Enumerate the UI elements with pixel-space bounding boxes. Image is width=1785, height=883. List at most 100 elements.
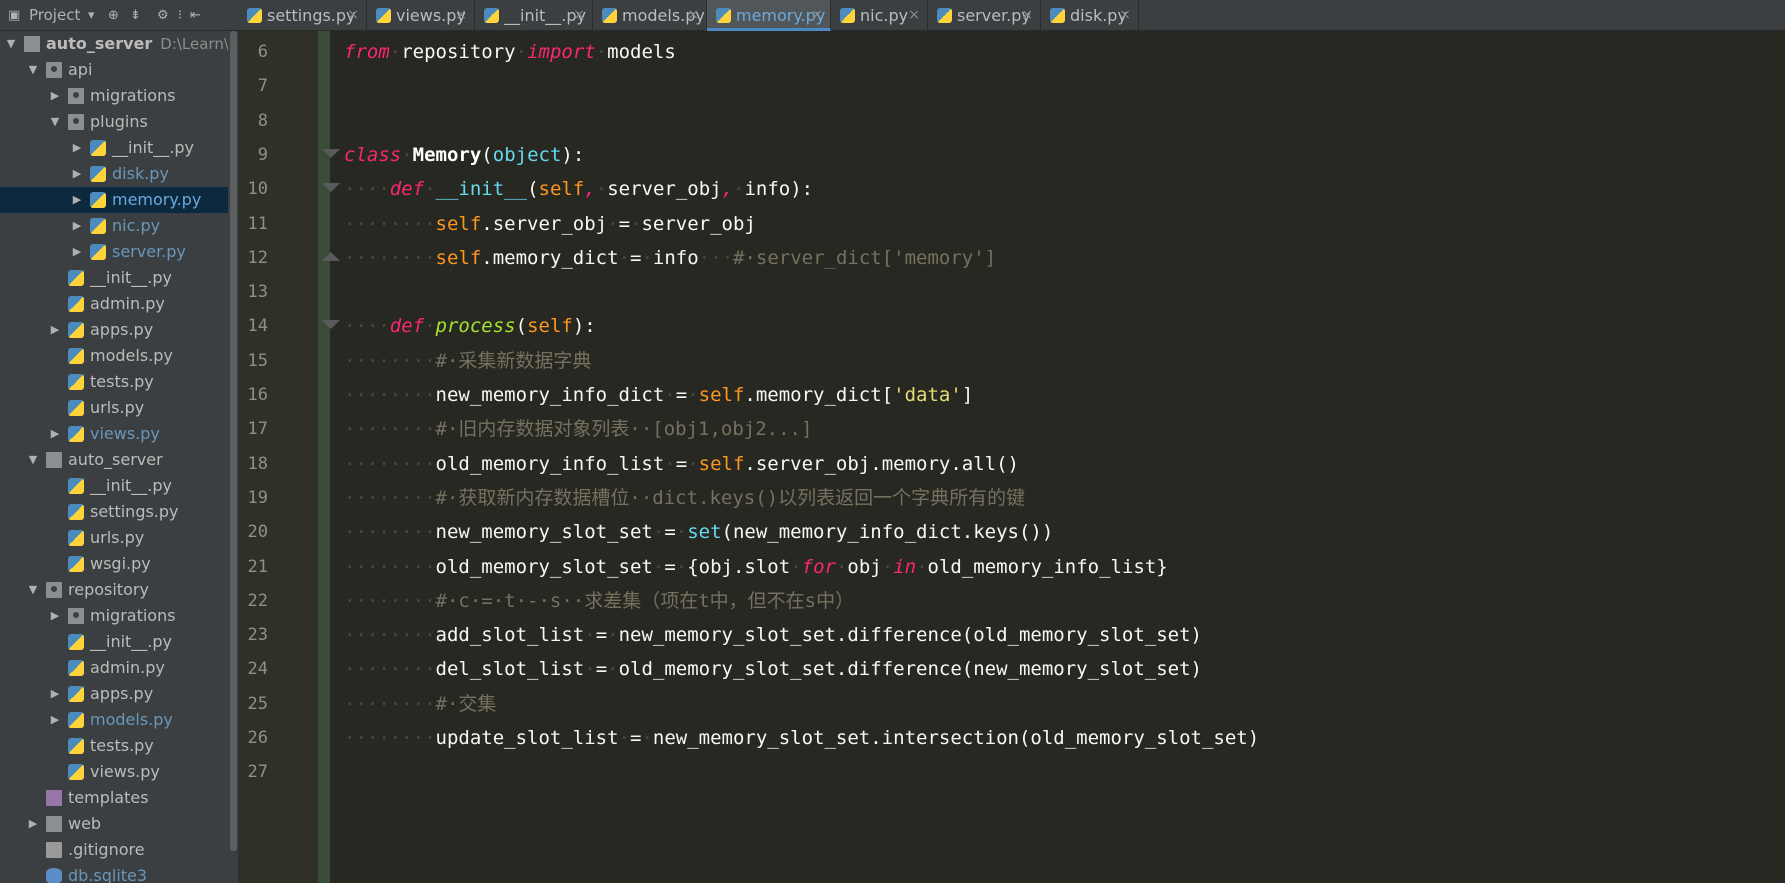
tree-item-label: memory.py: [112, 187, 201, 213]
collapse-all-icon[interactable]: ⇟: [130, 8, 141, 23]
collapse-arrow-icon[interactable]: ▶: [48, 707, 62, 733]
close-icon[interactable]: ×: [455, 0, 467, 31]
editor-tab[interactable]: __init__.py ×: [475, 0, 593, 31]
collapse-arrow-icon[interactable]: ▶: [26, 811, 40, 837]
tab-label: settings.py: [267, 6, 356, 25]
tree-item[interactable]: urls.py: [0, 525, 228, 551]
options-icon[interactable]: ⁝: [178, 8, 182, 23]
fold-end-icon[interactable]: [322, 251, 340, 261]
close-icon[interactable]: ×: [811, 0, 823, 31]
project-scrollbar[interactable]: [228, 31, 238, 883]
collapse-arrow-icon[interactable]: ▶: [70, 213, 84, 239]
project-view-icon[interactable]: ▣: [8, 8, 20, 23]
expand-arrow-icon[interactable]: ▼: [26, 57, 40, 83]
close-icon[interactable]: ×: [347, 0, 359, 31]
tree-item[interactable]: ▶ server.py: [0, 239, 228, 265]
tree-item[interactable]: models.py: [0, 343, 228, 369]
editor-tab[interactable]: views.py ×: [367, 0, 475, 31]
tree-item-label: wsgi.py: [90, 551, 151, 577]
tree-item[interactable]: urls.py: [0, 395, 228, 421]
hide-panel-icon[interactable]: ⇤: [190, 8, 201, 23]
tree-item[interactable]: wsgi.py: [0, 551, 228, 577]
tree-item[interactable]: ▼ plugins: [0, 109, 228, 135]
code-token: self: [435, 246, 482, 269]
tree-item[interactable]: ▼ repository: [0, 577, 228, 603]
tree-item[interactable]: ▶ apps.py: [0, 317, 228, 343]
editor-tab[interactable]: memory.py ×: [707, 0, 831, 31]
collapse-arrow-icon[interactable]: ▶: [70, 161, 84, 187]
expand-arrow-icon[interactable]: ▼: [48, 109, 62, 135]
collapse-arrow-icon[interactable]: ▶: [48, 603, 62, 629]
editor-tab[interactable]: server.py ×: [928, 0, 1041, 31]
tree-item[interactable]: ▼ api: [0, 57, 228, 83]
fold-collapse-icon[interactable]: [322, 183, 340, 193]
tree-item[interactable]: __init__.py: [0, 265, 228, 291]
tree-item[interactable]: admin.py: [0, 291, 228, 317]
code-token: old_memory_info_list: [435, 452, 665, 475]
tree-item-name: views.py: [90, 424, 160, 443]
tab-label: nic.py: [860, 6, 909, 25]
tree-item[interactable]: ▶ nic.py: [0, 213, 228, 239]
project-label[interactable]: Project: [29, 8, 80, 23]
close-icon[interactable]: ×: [573, 0, 585, 31]
tree-item[interactable]: ▶ migrations: [0, 603, 228, 629]
tree-item[interactable]: db.sqlite3: [0, 863, 228, 883]
editor-tab[interactable]: disk.py ×: [1041, 0, 1139, 31]
settings-gear-icon[interactable]: ⚙: [157, 8, 169, 23]
tree-item[interactable]: ▶ views.py: [0, 421, 228, 447]
tree-item[interactable]: ▶ memory.py: [0, 187, 228, 213]
tree-item[interactable]: ▶ migrations: [0, 83, 228, 109]
tree-item[interactable]: ▶ __init__.py: [0, 135, 228, 161]
expand-arrow-icon[interactable]: ▼: [26, 577, 40, 603]
code-token: ,: [721, 178, 734, 201]
code-token: #·获取新内存数据槽位··dict.keys()以列表返回一个字典所有的键: [435, 486, 1026, 509]
collapse-arrow-icon[interactable]: ▶: [70, 239, 84, 265]
close-icon[interactable]: ×: [687, 0, 699, 31]
collapse-arrow-icon[interactable]: ▶: [48, 83, 62, 109]
scroll-from-source-icon[interactable]: ⊕: [108, 8, 119, 23]
editor-tab[interactable]: nic.py ×: [831, 0, 928, 31]
editor-tab[interactable]: models.py ×: [593, 0, 707, 31]
tree-item[interactable]: __init__.py: [0, 473, 228, 499]
code-token: =: [618, 212, 631, 235]
collapse-arrow-icon[interactable]: ▶: [48, 317, 62, 343]
tree-item[interactable]: ▶ models.py: [0, 707, 228, 733]
tree-item[interactable]: ▶ apps.py: [0, 681, 228, 707]
tree-item[interactable]: settings.py: [0, 499, 228, 525]
tree-item[interactable]: ▶ disk.py: [0, 161, 228, 187]
tree-item[interactable]: __init__.py: [0, 629, 228, 655]
tree-item[interactable]: .gitignore: [0, 837, 228, 863]
tree-item[interactable]: ▼ auto_server D:\Learn\P: [0, 31, 238, 57]
fold-collapse-icon[interactable]: [322, 148, 340, 158]
collapse-arrow-icon[interactable]: ▶: [48, 421, 62, 447]
scrollbar-thumb[interactable]: [230, 31, 237, 851]
expand-arrow-icon[interactable]: ▼: [26, 447, 40, 473]
code-token: ·: [652, 521, 665, 544]
fold-collapse-icon[interactable]: [322, 320, 340, 330]
tree-item-label: auto_server: [68, 447, 163, 473]
code-token: .memory_dict: [481, 246, 619, 269]
expand-arrow-icon[interactable]: ▼: [4, 31, 18, 57]
tree-item-name: server.py: [112, 242, 186, 261]
tree-item[interactable]: views.py: [0, 759, 228, 785]
editor-tab[interactable]: settings.py ×: [238, 0, 367, 31]
close-icon[interactable]: ×: [908, 0, 920, 31]
tree-item[interactable]: ▶ web: [0, 811, 228, 837]
code-line: ····def·process(self):: [344, 307, 596, 345]
collapse-arrow-icon[interactable]: ▶: [70, 135, 84, 161]
tree-item[interactable]: admin.py: [0, 655, 228, 681]
tree-item[interactable]: tests.py: [0, 369, 228, 395]
collapse-arrow-icon[interactable]: ▶: [48, 681, 62, 707]
tree-item-name: migrations: [90, 606, 176, 625]
close-icon[interactable]: ×: [1021, 0, 1033, 31]
tree-item[interactable]: tests.py: [0, 733, 228, 759]
code-editor[interactable]: 6 7 8 9 10 11 12 13 14 15 16 17 18 19 20 21 22 23 24 25 26 27…: [238, 31, 1785, 883]
close-icon[interactable]: ×: [1119, 0, 1131, 31]
tree-item[interactable]: ▼ auto_server: [0, 447, 228, 473]
chevron-down-icon[interactable]: ▾: [88, 8, 95, 23]
python-file-icon: [376, 8, 391, 23]
collapse-arrow-icon[interactable]: ▶: [70, 187, 84, 213]
code-token: #·采集新数据字典: [435, 349, 592, 372]
tree-item[interactable]: templates: [0, 785, 228, 811]
tree-item-name: .gitignore: [68, 840, 145, 859]
